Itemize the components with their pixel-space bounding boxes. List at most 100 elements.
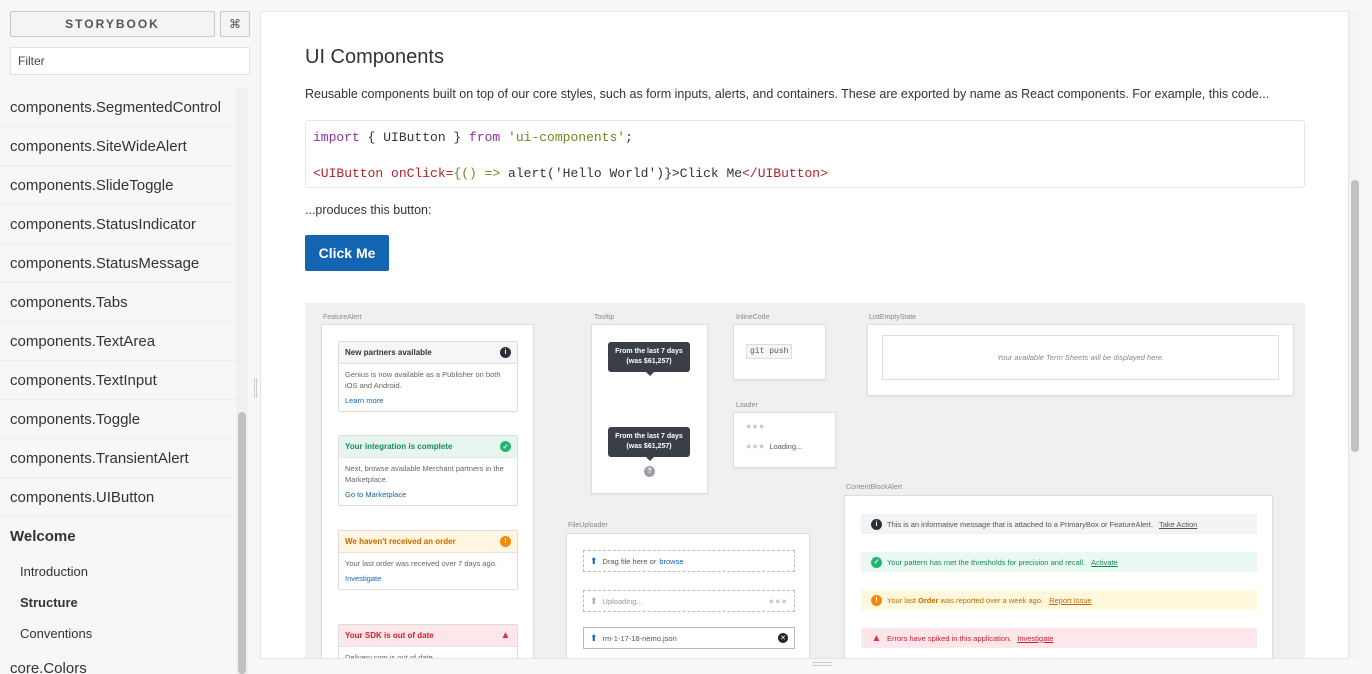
panel-resize-handle[interactable] [254,378,257,398]
loader-card: ●●● ●●● Loading... [733,412,836,468]
code-text: ; [625,130,633,145]
code-tag: <UIButton [313,166,384,181]
tooltip-line: From the last 7 days [615,348,683,355]
code-keyword: from [469,130,501,145]
loader-label: Loader [736,402,758,409]
warning-circle-icon: ! [500,536,511,547]
feature-alert-header: New partners available i [339,342,517,364]
addons-panel-resize-handle[interactable] [812,662,832,666]
content-block-text: Your last [887,595,918,605]
filter-input[interactable] [10,47,250,75]
sidebar-item-segmented-control[interactable]: components.SegmentedControl [0,88,236,127]
sidebar-item-text-input[interactable]: components.TextInput [0,361,236,400]
sidebar-scrollbar[interactable] [238,412,246,674]
sidebar-story-introduction[interactable]: Introduction [0,556,236,587]
loader-dots: ●●● [746,441,766,451]
sidebar-item-transient-alert[interactable]: components.TransientAlert [0,439,236,478]
story-list: components.SegmentedControl components.S… [0,88,236,674]
tooltip-line: From the last 7 days [615,433,683,440]
storybook-title-button[interactable]: STORYBOOK [10,11,215,37]
inline-code-card: git push [733,324,826,380]
code-brace: {() => [453,166,509,181]
feature-alert-body: Next, browse available Merchant partners… [345,464,504,484]
code-text: alert('Hello World')} [508,166,672,181]
feature-alert-label: FeatureAlert [323,314,362,321]
feature-alert-body: Genius is now available as a Publisher o… [345,370,501,390]
feature-alert-header: We haven't received an order! [339,531,517,553]
remove-file-icon[interactable]: ✕ [778,633,788,643]
content-block-action-link[interactable]: Report Issue [1049,596,1092,605]
feature-alert: Your integration is complete ✓ Next, brows… [338,435,518,506]
content-block-action-link[interactable]: Take Action [1159,520,1197,529]
content-block-label: ContentBlockAlert [846,484,903,491]
sidebar: STORYBOOK ⌘ components.SegmentedControl … [0,0,250,674]
content-block-action-link[interactable]: Investigate [1017,634,1053,643]
code-text: { UIButton } [359,130,470,145]
loader-dots: ●●● [746,421,766,431]
tooltip-card: From the last 7 days (was $61,257) From t… [591,324,708,494]
content-block-text: This is an informative message that is a… [887,519,1153,529]
sidebar-item-tabs[interactable]: components.Tabs [0,283,236,322]
content-block-alert: i This is an informative message that is … [861,514,1257,534]
feature-alert-body: Your last order was received over 7 days… [345,559,497,568]
feature-alert-link[interactable]: Investigate [339,574,517,589]
code-block: import { UIButton } from 'ui-components'… [305,120,1305,188]
preview-scrollbar[interactable] [1351,180,1359,452]
code-line-jsx: <UIButton onClick={() => alert('Hello Wo… [313,165,1297,183]
file-drag-text: Drag file here or [602,556,657,566]
warning-circle-icon: ! [871,594,882,606]
tooltip-line: (was $61,257) [626,358,672,365]
content-block-bold: Order [918,595,939,605]
content-block-action-link[interactable]: Activate [1091,558,1118,567]
sidebar-kind-welcome[interactable]: Welcome [0,517,236,556]
sidebar-story-conventions[interactable]: Conventions [0,618,236,649]
feature-alert-header: Your integration is complete ✓ [339,436,517,458]
code-tag: </UIButton> [742,166,828,181]
feature-alert-title: We haven't received an order [345,537,456,546]
sidebar-item-site-wide-alert[interactable]: components.SiteWideAlert [0,127,236,166]
click-me-button[interactable]: Click Me [305,235,389,271]
content-block-alert: ! Your last Order was reported over a wee… [861,590,1257,610]
sidebar-item-status-indicator[interactable]: components.StatusIndicator [0,205,236,244]
content-block-alert: ▲ Errors have spiked in this application.… [861,628,1257,648]
keyboard-shortcuts-button[interactable]: ⌘ [220,11,250,37]
feature-alert-link[interactable]: Learn more [339,396,517,411]
loader-row: ●●● Loading... [746,441,802,451]
content-block-card: i This is an informative message that is … [844,495,1273,658]
check-icon: ✓ [500,441,511,452]
content-block-text: Your pattern has met the thresholds for … [887,557,1086,567]
sidebar-story-structure[interactable]: Structure [0,587,236,618]
info-icon: i [871,518,882,530]
sidebar-item-status-message[interactable]: components.StatusMessage [0,244,236,283]
page-title: UI Components [305,46,444,68]
help-icon[interactable]: ? [644,466,655,477]
tooltip-bubble: From the last 7 days (was $61,257) [608,342,690,376]
list-empty-card: Your available Term Sheets will be displ… [867,324,1294,396]
sidebar-item-core-colors[interactable]: core.Colors [0,649,236,674]
feature-alert: Your SDK is out of date ▲ Delivery.com is … [338,624,518,659]
produces-text: ...produces this button: [305,203,432,217]
code-keyword: import [313,130,360,145]
upload-icon: ⬆ [590,632,598,643]
sidebar-item-ui-button[interactable]: components.UIButton [0,478,236,517]
component-gallery-image: FeatureAlert New partners available i Geni… [305,303,1305,659]
feature-alert-link[interactable]: Go to Marketplace [339,490,517,505]
tooltip-line: (was $61,257) [626,443,672,450]
sidebar-item-slide-toggle[interactable]: components.SlideToggle [0,166,236,205]
file-item-row: ⬆ rm-1-17-18-nemo.json ✕ [583,627,795,649]
sidebar-item-toggle[interactable]: components.Toggle [0,400,236,439]
loader-dots: ●●● [768,596,788,606]
tooltip-bubble: From the last 7 days (was $61,257) [608,427,690,461]
sidebar-item-text-area[interactable]: components.TextArea [0,322,236,361]
file-uploader-card: ⬆ Drag file here or browse ⬆ Uploading... ●●… [566,533,810,658]
feature-alert-header: Your SDK is out of date ▲ [339,625,517,647]
content-block-text: Errors have spiked in this application. [887,633,1012,643]
code-text: >Click Me [671,166,743,181]
code-line-import: import { UIButton } from 'ui-components'… [313,129,1297,147]
file-dropzone[interactable]: ⬆ Drag file here or browse [583,550,795,572]
feature-alert-title: Your integration is complete [345,442,453,451]
feature-alert-title: New partners available [345,348,432,357]
feature-alert-body: Delivery.com is out of date [345,653,433,659]
file-browse-link[interactable]: browse [659,557,683,566]
upload-icon: ⬆ [590,555,598,566]
